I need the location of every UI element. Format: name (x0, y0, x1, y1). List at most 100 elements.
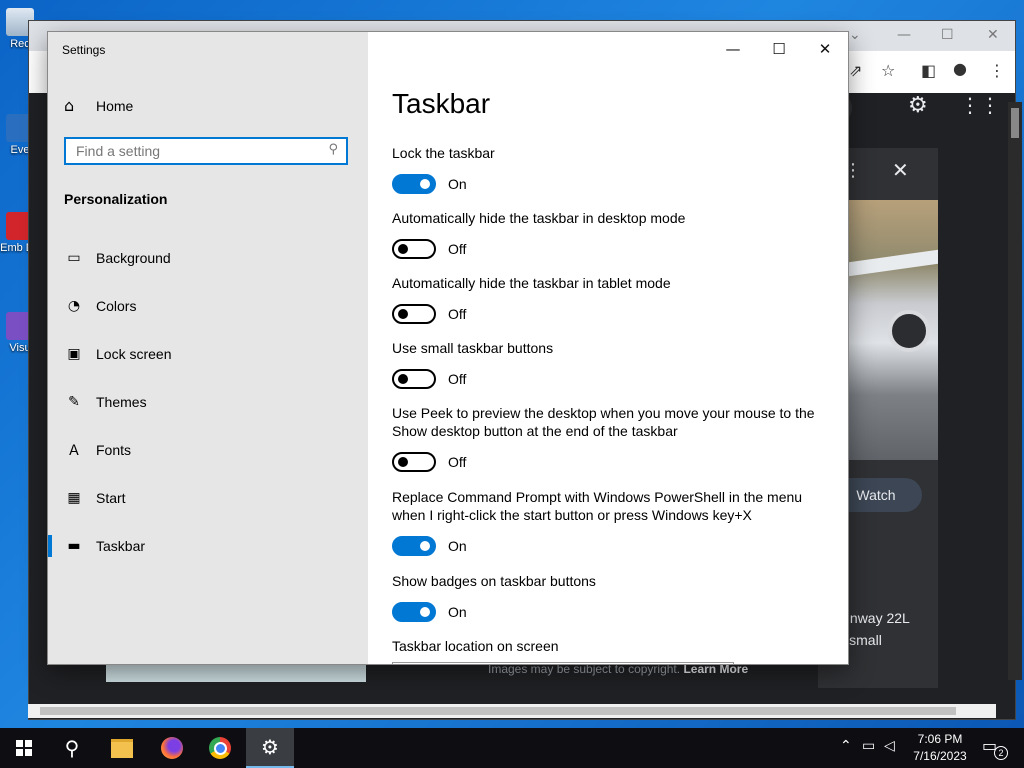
lock-screen-icon: ▣ (67, 346, 81, 362)
small-buttons-toggle[interactable] (392, 369, 436, 389)
vertical-scrollbar[interactable] (1008, 102, 1022, 680)
nav-item-label: Themes (96, 394, 147, 410)
scrollbar-thumb[interactable] (40, 707, 956, 715)
nav-item-start[interactable]: ▦ Start (48, 474, 368, 522)
search-icon: ⚲ (328, 142, 338, 157)
peek-toggle[interactable] (392, 452, 436, 472)
share-icon[interactable]: ⇗ (849, 61, 862, 80)
setting-autohide-tablet: Automatically hide the taskbar in tablet… (392, 274, 832, 324)
setting-label: Replace Command Prompt with Windows Powe… (392, 489, 803, 523)
toggle-state: Off (448, 306, 467, 322)
taskbar: ⚲ ⚙ ⌃ ▭ ◁ 7:06 PM 7/16/2023 ▭ 2 (0, 728, 1024, 768)
nav-item-label: Background (96, 250, 171, 266)
section-heading: Personalization (64, 191, 168, 207)
toggle-state: On (448, 604, 467, 620)
fonts-icon: Ａ (67, 443, 81, 459)
setting-peek: Use Peek to preview the desktop when you… (392, 404, 832, 472)
chrome-icon[interactable] (196, 728, 244, 768)
network-icon[interactable]: ▭ (862, 738, 875, 754)
settings-main: Taskbar Lock the taskbar On Automaticall… (392, 32, 842, 664)
nav-item-label: Fonts (96, 442, 132, 458)
powershell-toggle[interactable] (392, 536, 436, 556)
nav-item-taskbar[interactable]: ▬ Taskbar (48, 522, 368, 570)
setting-label: Lock the taskbar (392, 145, 495, 161)
file-explorer-icon[interactable] (98, 728, 146, 768)
nav-item-label: Start (96, 490, 126, 506)
setting-autohide-desktop: Automatically hide the taskbar in deskto… (392, 209, 832, 259)
palette-icon: ◔ (67, 298, 81, 314)
setting-label: Use small taskbar buttons (392, 340, 554, 356)
taskbar-icon: ▬ (67, 538, 81, 554)
clock[interactable]: 7:06 PM 7/16/2023 (904, 731, 976, 765)
image-icon: ▭ (67, 250, 81, 266)
window-title: Settings (62, 43, 106, 57)
page-title: Taskbar (392, 88, 491, 119)
nav-item-themes[interactable]: ✎ Themes (48, 378, 368, 426)
setting-location: Taskbar location on screen (392, 637, 832, 655)
setting-label: Taskbar location on screen (392, 638, 559, 654)
badges-toggle[interactable] (392, 602, 436, 622)
setting-label: Automatically hide the taskbar in deskto… (392, 210, 686, 226)
minimize-icon[interactable]: — (897, 27, 911, 43)
side-panel-icon[interactable]: ◧ (921, 61, 936, 80)
setting-powershell: Replace Command Prompt with Windows Powe… (392, 488, 832, 556)
chevron-down-icon[interactable]: ⌄ (849, 27, 861, 43)
nav-item-lock-screen[interactable]: ▣ Lock screen (48, 330, 368, 378)
notifications-icon[interactable]: ▭ 2 (982, 736, 1008, 760)
toggle-state: Off (448, 454, 467, 470)
themes-icon: ✎ (68, 394, 80, 410)
notification-badge: 2 (994, 746, 1008, 760)
toggle-state: On (448, 538, 467, 554)
autohide-desktop-toggle[interactable] (392, 239, 436, 259)
lock-taskbar-toggle[interactable] (392, 174, 436, 194)
nav-item-label: Taskbar (96, 538, 146, 554)
chevron-up-icon[interactable]: ⌃ (840, 738, 852, 754)
gear-icon[interactable]: ⚙ (908, 93, 928, 118)
toggle-state: Off (448, 241, 467, 257)
autohide-tablet-toggle[interactable] (392, 304, 436, 324)
menu-dots-icon[interactable]: ⋮ (989, 61, 1005, 80)
clock-date: 7/16/2023 (913, 749, 967, 763)
setting-small-buttons: Use small taskbar buttons Off (392, 339, 832, 389)
maximize-icon[interactable]: ☐ (941, 27, 954, 43)
close-icon[interactable]: ✕ (987, 27, 999, 43)
close-preview-icon[interactable]: ✕ (892, 158, 909, 182)
setting-label: Show badges on taskbar buttons (392, 573, 596, 589)
search-input[interactable] (66, 139, 316, 163)
search-setting-box[interactable]: ⚲ (64, 137, 348, 165)
nav-item-background[interactable]: ▭ Background (48, 234, 368, 282)
settings-sidebar: Settings ⌂ Home ⚲ Personalization ▭ Back… (48, 32, 368, 664)
settings-nav: ▭ Background ◔ Colors ▣ Lock screen ✎ Th… (48, 234, 368, 570)
nav-item-label: Lock screen (96, 346, 172, 362)
copyright-notice: Images may be subject to copyright. Lear… (488, 662, 748, 676)
home-link[interactable]: ⌂ Home (64, 96, 133, 115)
profile-icon[interactable]: ● (953, 59, 967, 78)
learn-more-link[interactable]: Learn More (683, 662, 748, 676)
search-icon[interactable]: ⚲ (48, 728, 96, 768)
home-label: Home (96, 97, 134, 114)
nav-item-colors[interactable]: ◔ Colors (48, 282, 368, 330)
start-icon: ▦ (67, 490, 81, 506)
windows-logo-icon (16, 740, 32, 756)
setting-lock-taskbar: Lock the taskbar On (392, 144, 832, 194)
setting-label: Automatically hide the taskbar in tablet… (392, 275, 671, 291)
star-icon[interactable]: ☆ (881, 61, 895, 80)
horizontal-scrollbar[interactable] (28, 704, 996, 718)
home-icon: ⌂ (64, 96, 75, 115)
setting-badges: Show badges on taskbar buttons On (392, 572, 832, 622)
nav-item-fonts[interactable]: Ａ Fonts (48, 426, 368, 474)
toggle-state: Off (448, 371, 467, 387)
setting-label: Use Peek to preview the desktop when you… (392, 405, 815, 439)
copyright-text: Images may be subject to copyright. (488, 662, 681, 676)
apps-grid-icon[interactable]: ⋮⋮ (960, 93, 1000, 117)
settings-window: Settings ⌂ Home ⚲ Personalization ▭ Back… (48, 32, 848, 664)
clock-time: 7:06 PM (917, 732, 963, 746)
start-button[interactable] (0, 728, 48, 768)
scrollbar-thumb[interactable] (1011, 108, 1019, 138)
location-dropdown[interactable] (392, 662, 734, 664)
volume-muted-icon[interactable]: ◁ (884, 738, 895, 754)
plane-engine (888, 310, 930, 352)
settings-taskbar-icon[interactable]: ⚙ (246, 728, 294, 768)
nav-item-label: Colors (96, 298, 137, 314)
firefox-icon[interactable] (148, 728, 196, 768)
